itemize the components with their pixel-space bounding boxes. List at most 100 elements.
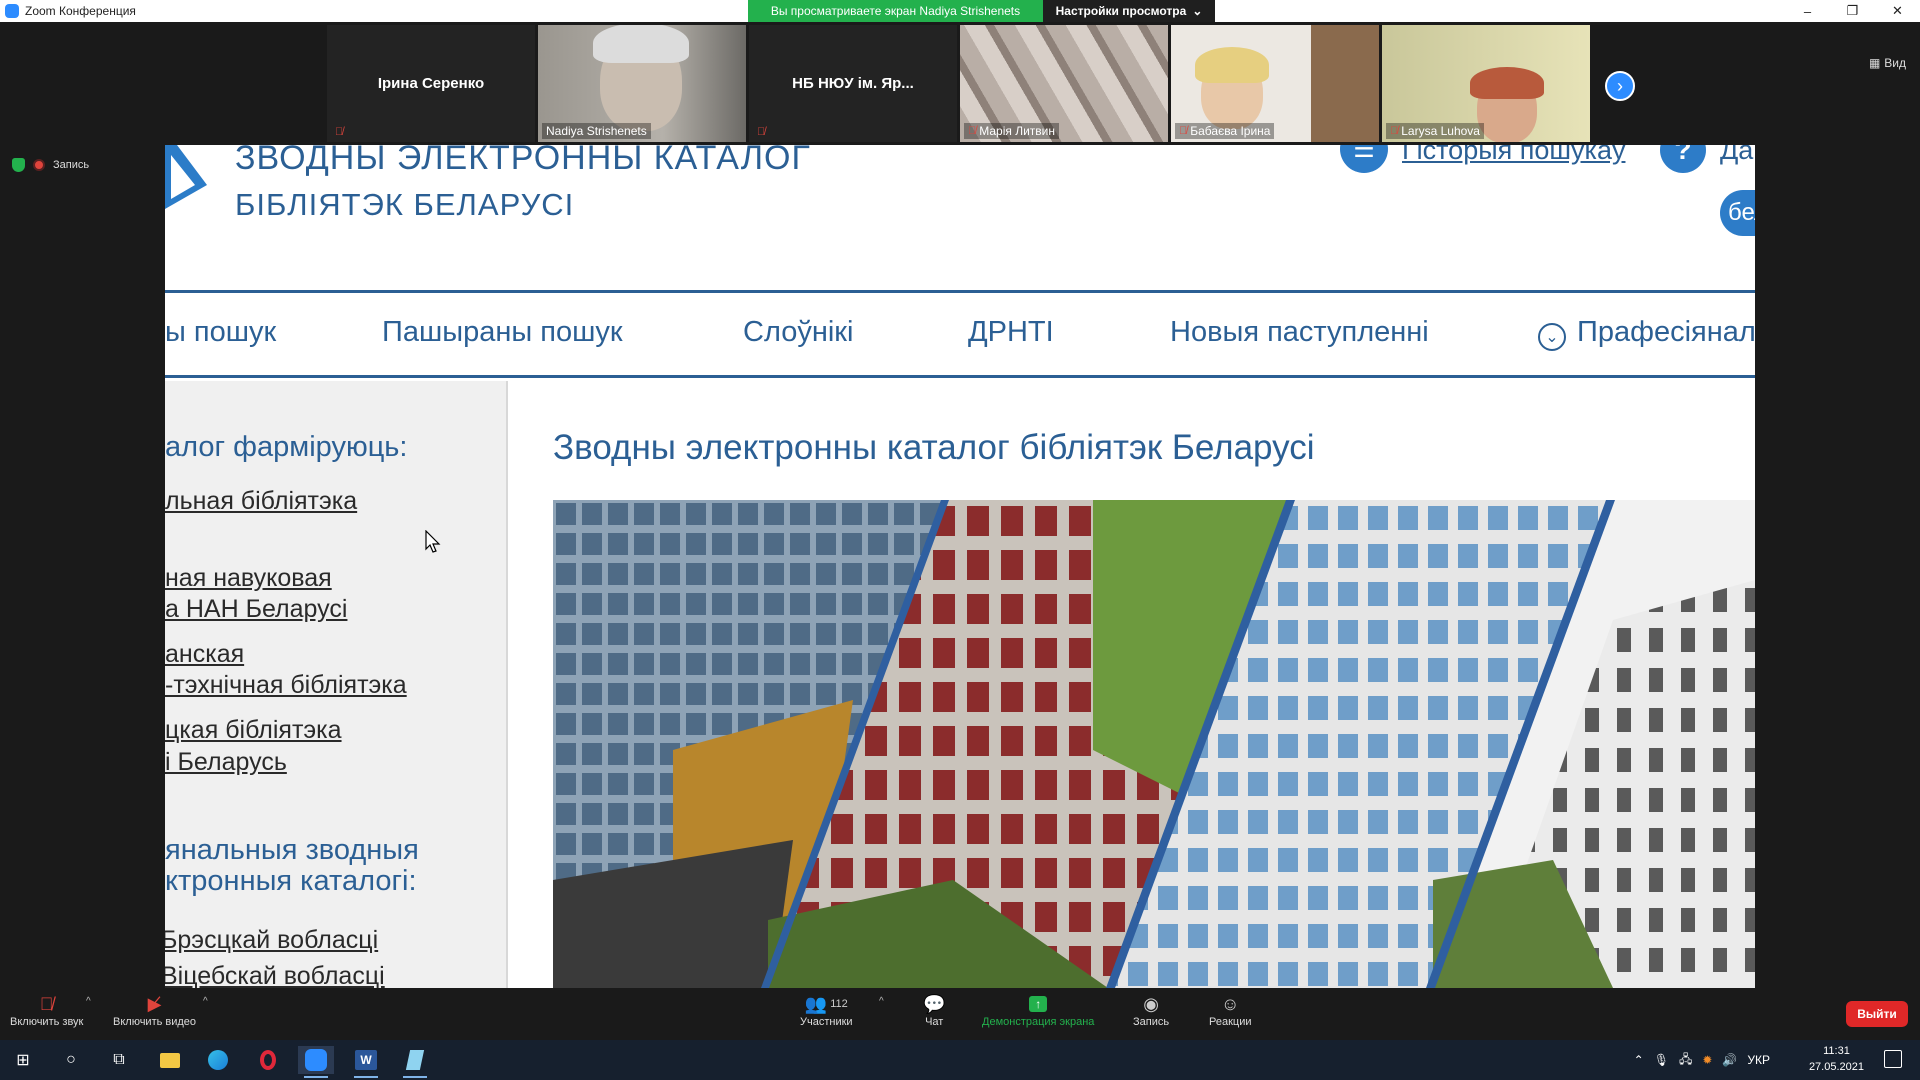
system-tray: ⌃ 🎙 🖧 ✹ 🔊 УКР <box>1634 1040 1770 1080</box>
start-video-label: Включить видео <box>113 1016 197 1028</box>
view-button[interactable]: ▦ Вид <box>1869 56 1906 70</box>
share-screen-label: Демонстрация экрана <box>982 1016 1095 1028</box>
chat-button[interactable]: 💬 Чат <box>923 992 945 1029</box>
restore-button[interactable]: ❐ <box>1830 0 1875 22</box>
site-title-line1: ЗВОДНЫ ЭЛЕКТРОННЫ КАТАЛОГ <box>235 145 811 177</box>
restore-icon: ❐ <box>1846 3 1859 18</box>
site-title-line2: БІБЛІЯТЭК БЕЛАРУСІ <box>235 187 575 222</box>
unmute-label: Включить звук <box>10 1016 84 1028</box>
word-app-icon[interactable]: W <box>348 1046 384 1078</box>
task-view-icon[interactable]: ⧉ <box>101 1046 137 1074</box>
catalog-banner-image <box>553 500 1755 988</box>
library-link[interactable]: цкая бібліятэка <box>165 715 342 746</box>
participant-tile[interactable]: НБ НЮУ ім. Яр... 🎙̸ <box>749 25 957 142</box>
participant-tile[interactable]: 🎙̸ Марія Литвин <box>960 25 1168 142</box>
network-icon[interactable]: 🖧 <box>1679 1050 1692 1071</box>
clock-time: 11:31 <box>1823 1045 1850 1057</box>
left-panel-heading2-line1: янальныя зводныя <box>165 834 419 866</box>
participants-label: Участники <box>800 1016 853 1028</box>
window-controls: – ❐ ✕ <box>1785 0 1920 22</box>
share-screen-button[interactable]: ↑ Демонстрация экрана <box>982 992 1094 1028</box>
unmute-button[interactable]: 🎙̸ Включить звук <box>10 992 84 1029</box>
library-link[interactable]: анская <box>165 639 244 670</box>
main-heading: Зводны электронны каталог бібліятэк Бела… <box>553 428 1315 467</box>
close-button[interactable]: ✕ <box>1875 0 1920 22</box>
notifications-icon[interactable] <box>1884 1050 1902 1068</box>
reactions-button[interactable]: ☺ Реакции <box>1209 992 1252 1029</box>
region-link[interactable]: Брэсцкай вобласці <box>165 925 378 956</box>
zoom-logo-icon <box>5 4 19 18</box>
view-button-label: Вид <box>1884 56 1906 70</box>
keyboard-language[interactable]: УКР <box>1747 1053 1770 1067</box>
minimize-icon: – <box>1803 3 1812 19</box>
minimize-button[interactable]: – <box>1785 0 1830 22</box>
library-link[interactable]: -тэхнічная бібліятэка <box>165 670 407 701</box>
list-icon[interactable]: ☰ <box>1340 145 1388 173</box>
start-video-button[interactable]: ▶̸ Включить видео <box>113 992 197 1029</box>
nav-item-dictionaries[interactable]: Слоўнікі <box>743 316 853 349</box>
chat-label: Чат <box>925 1016 944 1028</box>
participant-name: Larysa Luhova <box>1401 124 1480 138</box>
nav-item-search[interactable]: ы пошук <box>165 316 276 349</box>
participant-name: Ірина Серенко <box>377 75 485 92</box>
participant-tile[interactable]: 🎙̸ Бабаєва Ірина <box>1171 25 1379 142</box>
opera-browser-icon[interactable] <box>250 1046 286 1074</box>
volume-icon[interactable]: 🔊 <box>1722 1053 1737 1067</box>
file-explorer-icon[interactable] <box>152 1046 188 1074</box>
clock[interactable]: 11:31 27.05.2021 <box>1809 1043 1864 1075</box>
help-icon[interactable]: ? <box>1660 145 1706 173</box>
nav-item-new-arrivals[interactable]: Новыя паступленні <box>1170 316 1429 349</box>
edge-browser-icon[interactable] <box>200 1046 236 1074</box>
windows-start-icon[interactable]: ⊞ <box>5 1046 41 1074</box>
library-link[interactable]: і Беларусь <box>165 747 287 778</box>
video-off-icon: ▶̸ <box>147 993 162 1014</box>
buildings-collage <box>553 500 1755 988</box>
participants-count: 112 <box>830 998 848 1010</box>
gallery-next-button[interactable]: › <box>1605 71 1635 101</box>
nav-item-professional[interactable]: Прафесіянал <box>1577 316 1755 349</box>
bookshelf <box>1311 25 1379 142</box>
participant-hair <box>1470 67 1544 99</box>
view-options-button[interactable]: Настройки просмотра ⌄ <box>1043 0 1215 22</box>
chevron-down-icon: ⌄ <box>1538 323 1566 351</box>
grid-icon: ▦ <box>1868 56 1881 70</box>
recording-label: Запись <box>53 159 90 171</box>
participants-button[interactable]: 👥 112 Участники <box>800 992 853 1029</box>
zoom-app-icon[interactable] <box>298 1046 334 1078</box>
chevron-up-icon[interactable]: ⌃ <box>1634 1053 1644 1067</box>
help-link[interactable]: Да <box>1720 145 1753 166</box>
region-link[interactable]: Віцебскай вобласці <box>165 961 385 988</box>
participant-tile[interactable]: Ірина Серенко 🎙̸ <box>327 25 535 142</box>
left-panel-heading2-line2: ктронныя каталогі: <box>165 865 417 897</box>
nav-item-advanced-search[interactable]: Пашыраны пошук <box>382 316 623 349</box>
history-link[interactable]: Гісторыя пошукаў <box>1402 145 1625 166</box>
microphone-icon[interactable]: 🎙 <box>1654 1053 1669 1067</box>
library-link[interactable]: ная навуковая <box>165 563 332 594</box>
participants-caret-icon[interactable]: ^ <box>879 996 884 1007</box>
participant-tile[interactable]: 🎙̸ Larysa Luhova <box>1382 25 1590 142</box>
notepad-app-icon[interactable] <box>397 1046 433 1078</box>
shared-screen: ЗВОДНЫ ЭЛЕКТРОННЫ КАТАЛОГ БІБЛІЯТЭК БЕЛА… <box>165 145 1755 988</box>
record-button[interactable]: ◉ Запись <box>1133 992 1169 1029</box>
nav-item-grnti[interactable]: ДРНТІ <box>968 316 1054 349</box>
reactions-label: Реакции <box>1209 1016 1252 1028</box>
library-link[interactable]: а НАН Беларусі <box>165 594 347 625</box>
audio-options-caret-icon[interactable]: ^ <box>86 996 91 1007</box>
meeting-toolbar: 🎙̸ Включить звук ^ ▶̸ Включить видео ^ 👥… <box>0 988 1920 1040</box>
leave-button[interactable]: Выйти <box>1846 1001 1908 1027</box>
search-icon[interactable]: ○ <box>53 1046 89 1074</box>
mic-muted-icon: 🎙̸ <box>757 126 766 138</box>
mic-muted-icon: 🎙̸ <box>1390 125 1399 137</box>
share-banner: Вы просматриваете экран Nadiya Strishene… <box>748 0 1043 22</box>
reactions-icon: ☺ <box>1221 993 1240 1014</box>
language-button[interactable]: бел <box>1720 190 1755 236</box>
site-nav: ы пошук Пашыраны пошук Слоўнікі ДРНТІ Но… <box>165 296 1755 378</box>
mic-muted-icon: 🎙̸ <box>335 126 344 138</box>
avast-icon[interactable]: ✹ <box>1702 1053 1712 1067</box>
share-screen-icon: ↑ <box>1029 996 1048 1012</box>
participant-tile-active[interactable]: Nadiya Strishenets <box>538 25 746 142</box>
left-panel: алог фарміруюць: льная бібліятэка ная на… <box>165 381 508 988</box>
library-link[interactable]: льная бібліятэка <box>165 486 357 517</box>
video-options-caret-icon[interactable]: ^ <box>203 996 208 1007</box>
mouse-cursor-icon <box>425 530 441 553</box>
